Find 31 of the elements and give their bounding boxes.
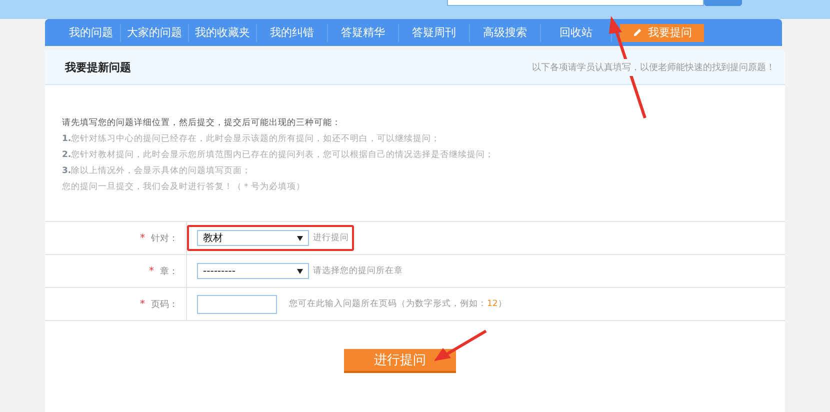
intro-item: 3.除以上情况外，会显示具体的问题填写页面； [62,165,252,178]
field-hint: 进行提问 [313,232,349,244]
select-field[interactable]: 教材 [197,230,309,246]
input-field[interactable] [197,294,277,314]
select-field[interactable]: --------- [197,263,309,279]
nav-tab[interactable]: 我的问题 [62,24,121,42]
search-field[interactable] [447,0,704,6]
nav-tab[interactable]: 我的纠错 [257,24,328,42]
intro-item: 2.您针对教材提问，此时会显示您所填范围内已存在的提问列表，您可以根据自己的情况选择是否继续提问； [62,149,496,162]
search-button[interactable] [704,0,742,6]
pencil-icon [632,27,643,38]
field-label: 针对： [151,232,178,244]
field-hint: 您可在此输入问题所在页码（为数字形式，例如：12） [289,298,507,310]
field-hint: 请选择您的提问所在章 [313,265,403,277]
required-mark: * [140,298,145,310]
nav-tab[interactable]: 我的收藏夹 [189,24,257,42]
intro-item: 1.您针对练习中心的提问已经存在，此时会显示该题的所有提问，如还不明白，可以继续提问； [62,132,442,146]
nav-tab[interactable]: 大家的问题 [121,24,189,42]
field-label: 页码： [151,298,178,310]
panel-title: 我要提新问题 [65,60,131,74]
annotation-arrow [434,330,487,361]
intro-text: 请先填写您的问题详细位置，然后提交，提交后可能出现的三种可能： [62,116,342,130]
nav-tab[interactable]: 答疑周刊 [399,24,470,42]
submit-button[interactable]: 进行提问 [344,349,456,373]
intro-text: 您的提问一旦提交，我们会及时进行答复！（＊号为必填项） [62,180,306,194]
field-label: 章： [160,266,178,278]
required-mark: * [149,266,154,276]
nav-tab[interactable]: 高级搜索 [470,24,541,42]
nav-tab[interactable]: 答疑精华 [328,24,399,42]
nav-tab[interactable]: 我要提问 [620,24,704,42]
required-mark: * [140,232,145,244]
